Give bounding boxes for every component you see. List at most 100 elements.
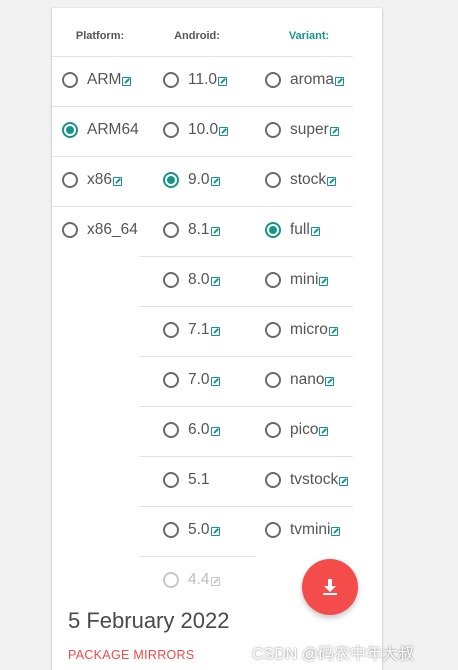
android-label: 7.1	[188, 321, 210, 338]
external-link-icon[interactable]	[219, 126, 229, 136]
variant-option-tvstock[interactable]: tvstock	[265, 468, 349, 492]
radio-button[interactable]	[163, 222, 179, 238]
external-link-icon[interactable]	[328, 326, 338, 336]
variant-option-full[interactable]: full	[265, 218, 320, 242]
radio-button[interactable]	[265, 122, 281, 138]
android-option-11-0[interactable]: 11.0	[163, 68, 228, 92]
radio-button[interactable]	[62, 222, 78, 238]
row-divider	[139, 406, 353, 407]
row-divider	[52, 206, 353, 207]
variant-option-mini[interactable]: mini	[265, 268, 329, 292]
radio-button[interactable]	[265, 322, 281, 338]
row-divider	[139, 306, 353, 307]
radio-button[interactable]	[163, 172, 179, 188]
platform-label: ARM	[87, 71, 122, 88]
platform-header: Platform:	[75, 30, 125, 42]
external-link-icon[interactable]	[334, 76, 344, 86]
platform-option-x86-64[interactable]: x86_64	[62, 218, 138, 242]
variant-option-super[interactable]: super	[265, 118, 339, 142]
android-option-8-0[interactable]: 8.0	[163, 268, 220, 292]
variant-label: mini	[290, 271, 319, 288]
radio-button[interactable]	[163, 472, 179, 488]
android-option-4-4[interactable]: 4.4	[163, 568, 220, 592]
external-link-icon[interactable]	[327, 176, 337, 186]
radio-button[interactable]	[62, 172, 78, 188]
radio-button[interactable]	[62, 122, 78, 138]
radio-button[interactable]	[163, 422, 179, 438]
radio-button[interactable]	[163, 372, 179, 388]
android-label: 5.1	[188, 471, 210, 488]
external-link-icon[interactable]	[325, 376, 335, 386]
external-link-icon[interactable]	[210, 326, 220, 336]
android-option-5-0[interactable]: 5.0	[163, 518, 220, 542]
variant-label: full	[290, 221, 310, 238]
radio-button[interactable]	[265, 172, 281, 188]
radio-button[interactable]	[265, 272, 281, 288]
variant-label: micro	[290, 321, 328, 338]
platform-option-arm[interactable]: ARM	[62, 68, 132, 92]
radio-button[interactable]	[163, 572, 179, 588]
variant-option-tvmini[interactable]: tvmini	[265, 518, 341, 542]
android-label: 11.0	[188, 71, 218, 88]
download-button[interactable]	[302, 559, 358, 615]
android-option-8-1[interactable]: 8.1	[163, 218, 220, 242]
radio-button[interactable]	[163, 122, 179, 138]
row-divider	[139, 456, 353, 457]
android-label: 6.0	[188, 421, 210, 438]
external-link-icon[interactable]	[210, 526, 220, 536]
android-option-7-1[interactable]: 7.1	[163, 318, 220, 342]
radio-button[interactable]	[163, 272, 179, 288]
radio-button[interactable]	[265, 222, 281, 238]
external-link-icon[interactable]	[210, 426, 220, 436]
android-option-9-0[interactable]: 9.0	[163, 168, 220, 192]
android-label: 4.4	[188, 571, 210, 588]
android-label: 10.0	[188, 121, 219, 138]
variant-option-nano[interactable]: nano	[265, 368, 335, 392]
variant-option-pico[interactable]: pico	[265, 418, 329, 442]
external-link-icon[interactable]	[329, 126, 339, 136]
external-link-icon[interactable]	[319, 276, 329, 286]
radio-button[interactable]	[265, 422, 281, 438]
row-divider	[52, 156, 353, 157]
platform-option-x86[interactable]: x86	[62, 168, 122, 192]
variant-label: aroma	[290, 71, 334, 88]
external-link-icon[interactable]	[113, 176, 122, 186]
android-label: 8.1	[188, 221, 210, 238]
android-option-5-1[interactable]: 5.1	[163, 468, 210, 492]
external-link-icon[interactable]	[210, 576, 220, 586]
android-label: 5.0	[188, 521, 210, 538]
radio-button[interactable]	[265, 522, 281, 538]
variant-option-stock[interactable]: stock	[265, 168, 337, 192]
package-mirrors-link[interactable]: PACKAGE MIRRORS	[68, 648, 195, 662]
radio-button[interactable]	[62, 72, 78, 88]
android-option-10-0[interactable]: 10.0	[163, 118, 229, 142]
radio-button[interactable]	[163, 522, 179, 538]
android-option-7-0[interactable]: 7.0	[163, 368, 220, 392]
external-link-icon[interactable]	[331, 526, 341, 536]
row-divider	[139, 256, 353, 257]
external-link-icon[interactable]	[210, 226, 220, 236]
external-link-icon[interactable]	[310, 226, 320, 236]
variant-label: stock	[290, 171, 327, 188]
external-link-icon[interactable]	[339, 476, 349, 486]
radio-button[interactable]	[163, 72, 179, 88]
radio-button[interactable]	[265, 72, 281, 88]
android-option-6-0[interactable]: 6.0	[163, 418, 220, 442]
external-link-icon[interactable]	[210, 276, 220, 286]
android-label: 7.0	[188, 371, 210, 388]
radio-button[interactable]	[265, 472, 281, 488]
variant-label: tvmini	[290, 521, 331, 538]
external-link-icon[interactable]	[218, 76, 228, 86]
variant-option-micro[interactable]: micro	[265, 318, 338, 342]
external-link-icon[interactable]	[319, 426, 329, 436]
radio-button[interactable]	[163, 322, 179, 338]
external-link-icon[interactable]	[122, 76, 132, 86]
variant-label: nano	[290, 371, 325, 388]
platform-option-arm64[interactable]: ARM64	[62, 118, 139, 142]
variant-label: tvstock	[290, 471, 339, 488]
variant-option-aroma[interactable]: aroma	[265, 68, 344, 92]
external-link-icon[interactable]	[210, 376, 220, 386]
radio-button[interactable]	[265, 372, 281, 388]
android-label: 8.0	[188, 271, 210, 288]
external-link-icon[interactable]	[210, 176, 220, 186]
